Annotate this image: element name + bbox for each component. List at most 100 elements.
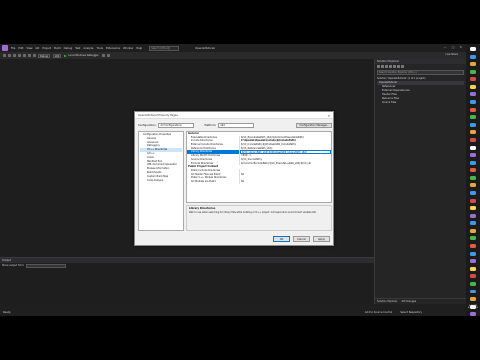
menu-extensions[interactable]: Extensions <box>106 47 120 50</box>
apply-button[interactable]: Apply <box>313 236 330 242</box>
taskbar-app-icon[interactable] <box>470 100 476 105</box>
redo-icon[interactable] <box>33 54 36 57</box>
taskbar-app-icon[interactable] <box>470 153 476 158</box>
solution-explorer-search[interactable]: Search Solution Explorer (Ctrl+;) <box>377 70 464 75</box>
solution-configuration-select[interactable]: Debug <box>38 53 50 58</box>
play-icon <box>64 54 68 57</box>
menu-file[interactable]: File <box>11 47 15 50</box>
save-icon[interactable] <box>18 54 21 57</box>
save-all-icon[interactable] <box>23 54 26 57</box>
ok-button[interactable]: OK <box>273 236 290 242</box>
platform-select[interactable]: x64 <box>218 123 255 128</box>
clock-date: 8/21/2023 <box>467 307 479 310</box>
forward-icon[interactable] <box>381 65 384 68</box>
configuration-label: Configuration: <box>138 124 157 127</box>
taskbar-app-icon[interactable] <box>470 251 476 256</box>
taskbar-app-icon[interactable] <box>470 122 476 127</box>
menu-project[interactable]: Project <box>42 47 51 50</box>
status-text: Ready <box>3 311 11 314</box>
taskbar-app-icon[interactable] <box>470 145 476 150</box>
property-row[interactable]: All Modules are Public No <box>187 179 331 184</box>
back-icon[interactable] <box>377 65 380 68</box>
taskbar-app-icon[interactable] <box>470 206 476 211</box>
menu-build[interactable]: Build <box>54 47 61 50</box>
taskbar-app-icon[interactable] <box>470 281 476 286</box>
taskbar-app-icon[interactable] <box>470 92 476 97</box>
taskbar-app-icon[interactable] <box>470 160 476 165</box>
taskbar-app-icon[interactable] <box>470 54 476 59</box>
taskbar-app-icon[interactable] <box>470 221 476 226</box>
configuration-manager-button[interactable]: Configuration Manager... <box>296 123 332 128</box>
taskbar-app-icon[interactable] <box>470 213 476 218</box>
close-icon[interactable]: ✕ <box>459 45 462 49</box>
properties-icon[interactable] <box>401 65 404 68</box>
configuration-row: Configuration: All Configurations Platfo… <box>138 122 332 129</box>
taskbar-app-icon[interactable] <box>470 62 476 67</box>
taskbar-app-icon[interactable] <box>470 137 476 142</box>
hot-reload-icon[interactable] <box>106 54 110 57</box>
cancel-button[interactable]: Cancel <box>293 236 310 242</box>
description-text: Path to use when searching for library f… <box>189 211 317 214</box>
minimize-icon[interactable]: — <box>444 45 447 49</box>
video-letterbox-bottom <box>0 316 480 360</box>
close-icon[interactable]: ✕ <box>327 114 330 118</box>
status-bar: Ready Add to Source Control Select Repos… <box>0 309 466 316</box>
menu-window[interactable]: Window <box>123 47 133 50</box>
taskbar-app-icon[interactable] <box>470 130 476 135</box>
menu-test[interactable]: Test <box>75 47 80 50</box>
maximize-icon[interactable]: □ <box>452 45 455 49</box>
menu-git[interactable]: Git <box>36 47 40 50</box>
undo-icon[interactable] <box>28 54 31 57</box>
taskbar-app-icon[interactable] <box>470 47 476 51</box>
taskbar-app-icon[interactable] <box>470 190 476 195</box>
menu-analyze[interactable]: Analyze <box>83 47 93 50</box>
taskbar-clock[interactable]: 4:51 PM 8/21/2023 <box>466 305 480 310</box>
taskbar-app-icon[interactable] <box>470 228 476 233</box>
property-value[interactable]: No <box>240 180 331 184</box>
select-repository-button[interactable]: Select Repository <box>400 311 422 314</box>
refresh-icon[interactable] <box>393 65 396 68</box>
taskbar-app-icon[interactable] <box>470 274 476 279</box>
start-debugging-button[interactable]: Local Windows Debugger <box>64 54 99 57</box>
start-without-debugging-icon[interactable] <box>101 54 105 57</box>
taskbar-app-icon[interactable] <box>470 198 476 203</box>
property-tree-node[interactable]: Code Analysis <box>140 179 182 183</box>
add-to-source-control-button[interactable]: Add to Source Control <box>365 311 392 314</box>
menu-edit[interactable]: Edit <box>18 47 23 50</box>
taskbar-app-icon[interactable] <box>470 168 476 173</box>
taskbar-app-icon[interactable] <box>470 84 476 89</box>
tab-solution-explorer[interactable]: Solution Explorer <box>377 300 397 303</box>
taskbar-app-icon[interactable] <box>470 259 476 264</box>
forward-icon[interactable] <box>8 54 11 57</box>
taskbar-app-icon[interactable] <box>470 107 476 112</box>
home-icon[interactable] <box>385 65 388 68</box>
search-input[interactable]: Search (Ctrl+Q) <box>149 45 180 51</box>
taskbar-app-icon[interactable] <box>470 69 476 74</box>
solution-platform-select[interactable]: x64 <box>52 53 62 58</box>
taskbar-app-icon[interactable] <box>470 289 476 294</box>
taskbar-app-icon[interactable] <box>470 175 476 180</box>
taskbar-app-icon[interactable] <box>470 297 476 302</box>
collapse-all-icon[interactable] <box>397 65 400 68</box>
taskbar-app-icon[interactable] <box>470 115 476 120</box>
taskbar-app-icon[interactable] <box>470 244 476 249</box>
live-share-button[interactable]: Live Share <box>445 53 458 56</box>
taskbar-app-icon[interactable] <box>470 183 476 188</box>
menu-tools[interactable]: Tools <box>97 47 103 50</box>
menu-help[interactable]: Help <box>136 47 142 50</box>
tab-git-changes[interactable]: Git Changes <box>401 300 416 303</box>
taskbar-app-icon[interactable] <box>470 77 476 82</box>
taskbar-app-icon[interactable] <box>470 266 476 271</box>
back-icon[interactable] <box>3 54 6 57</box>
property-name: All Modules are Public <box>187 179 240 184</box>
output-pane: Output Show output from: <box>0 257 374 304</box>
output-source-select[interactable] <box>26 263 67 268</box>
switch-views-icon[interactable] <box>389 65 392 68</box>
taskbar-app-icon[interactable] <box>470 236 476 241</box>
menu-debug[interactable]: Debug <box>64 47 73 50</box>
tree-node-source-files[interactable]: Source Files <box>377 101 464 105</box>
output-toolbar: Show output from: <box>0 263 374 268</box>
menu-view[interactable]: View <box>26 47 32 50</box>
new-item-icon[interactable] <box>13 54 16 57</box>
configuration-select[interactable]: All Configurations <box>158 123 195 128</box>
